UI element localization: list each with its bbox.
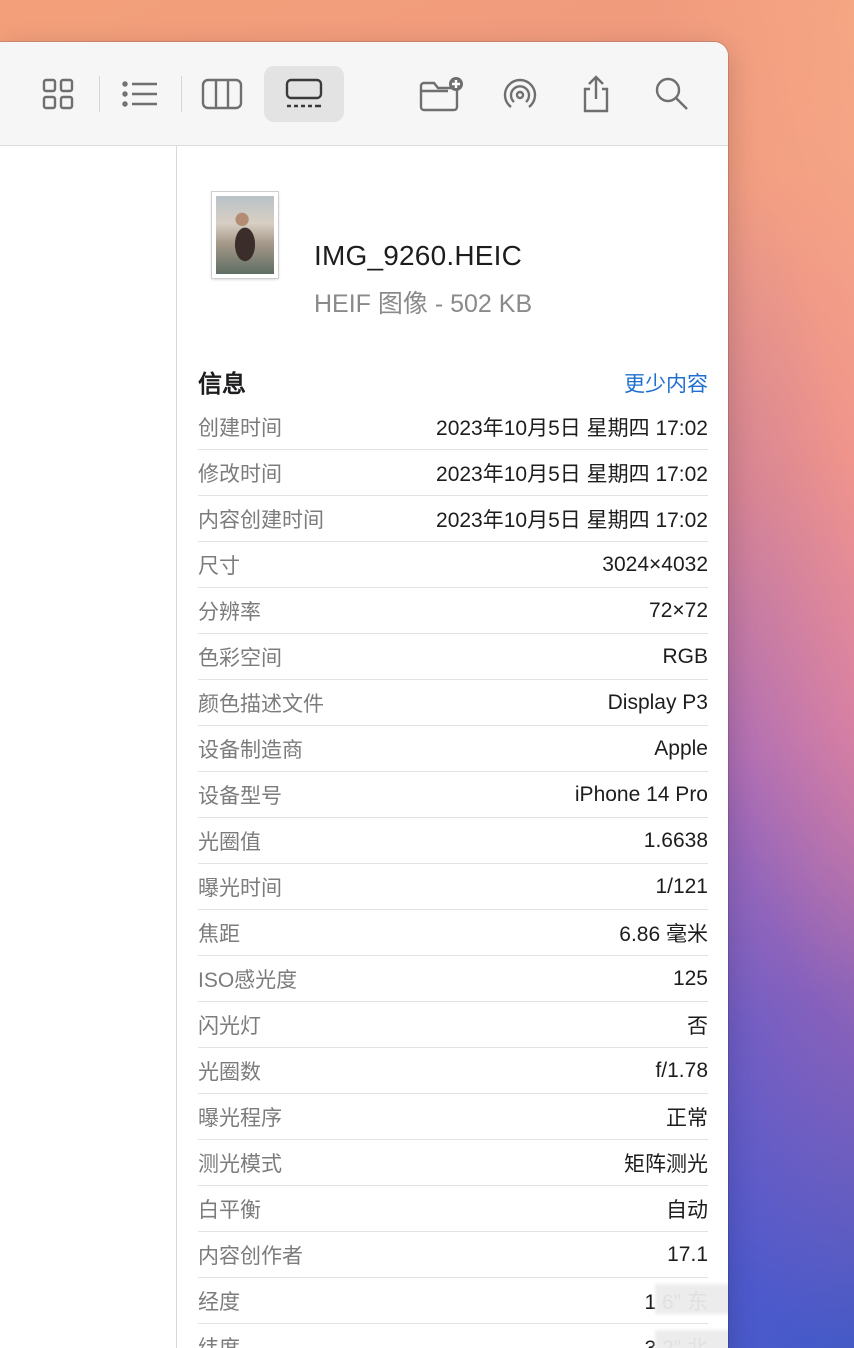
info-row: ISO感光度 125 — [198, 956, 708, 1002]
list-view-button[interactable] — [100, 66, 180, 122]
info-row: 内容创建时间 2023年10月5日 星期四 17:02 — [198, 496, 708, 542]
info-row-label: 设备制造商 — [198, 738, 303, 762]
info-row: 闪光灯 否 — [198, 1002, 708, 1048]
folder-plus-icon — [419, 77, 463, 112]
show-less-link[interactable]: 更少内容 — [624, 368, 708, 398]
info-row-value: 1/121 — [655, 874, 708, 898]
info-row-label: 焦距 — [198, 922, 240, 946]
icon-view-button[interactable] — [18, 66, 98, 122]
columns-icon — [201, 78, 243, 110]
info-row-label: 曝光时间 — [198, 876, 282, 900]
info-row-value: 3 2" 北 — [645, 1330, 728, 1348]
info-row: 设备制造商 Apple — [198, 726, 708, 772]
info-row-value: iPhone 14 Pro — [574, 782, 708, 806]
info-row-value: 125 — [672, 966, 708, 990]
info-row-value: RGB — [662, 644, 708, 668]
list-icon — [122, 81, 157, 107]
info-row-label: 修改时间 — [198, 462, 282, 486]
new-folder-button[interactable] — [402, 66, 482, 122]
info-row: 曝光程序 正常 — [198, 1094, 708, 1140]
info-row-value: f/1.78 — [655, 1058, 708, 1082]
info-row-label: 测光模式 — [198, 1152, 282, 1176]
info-row-label: 尺寸 — [198, 554, 240, 578]
info-row: 色彩空间 RGB — [198, 634, 708, 680]
info-row: 曝光时间 1/121 — [198, 864, 708, 910]
info-row-value: 72×72 — [649, 598, 708, 622]
info-row: 修改时间 2023年10月5日 星期四 17:02 — [198, 450, 708, 496]
info-row-value: 正常 — [666, 1106, 708, 1130]
info-row-value: 1.6638 — [643, 828, 708, 852]
file-thumbnail[interactable] — [212, 192, 278, 278]
info-row-value: 否 — [687, 1014, 708, 1038]
info-row-label: 闪光灯 — [198, 1014, 261, 1038]
gallery-icon — [285, 78, 323, 108]
info-row: 白平衡 自动 — [198, 1186, 708, 1232]
info-row-label: 内容创建时间 — [198, 508, 324, 532]
info-row-value: Display P3 — [607, 690, 708, 714]
info-row-value: 2023年10月5日 星期四 17:02 — [436, 508, 708, 532]
info-row-label: 色彩空间 — [198, 646, 282, 670]
pane-divider[interactable] — [176, 146, 177, 1348]
info-row: 颜色描述文件 Display P3 — [198, 680, 708, 726]
redaction-blur — [654, 1283, 728, 1314]
info-row: 设备型号 iPhone 14 Pro — [198, 772, 708, 818]
info-row: 尺寸 3024×4032 — [198, 542, 708, 588]
info-row-label: 经度 — [198, 1290, 240, 1314]
search-button[interactable] — [632, 66, 712, 122]
share-icon — [583, 75, 609, 113]
info-row: 创建时间 2023年10月5日 星期四 17:02 — [198, 404, 708, 450]
info-row-label: 白平衡 — [198, 1198, 261, 1222]
info-row-label: 设备型号 — [198, 784, 282, 808]
info-row: 分辨率 72×72 — [198, 588, 708, 634]
airdrop-button[interactable] — [480, 66, 560, 122]
info-row: 光圈数 f/1.78 — [198, 1048, 708, 1094]
info-rows: 创建时间 2023年10月5日 星期四 17:02 修改时间 2023年10月5日 星… — [198, 404, 728, 1348]
info-row: 光圈值 1.6638 — [198, 818, 708, 864]
gallery-view-button[interactable] — [264, 66, 344, 122]
search-icon — [655, 77, 688, 110]
info-row-value: 3024×4032 — [602, 552, 708, 576]
info-row-label: 纬度 — [198, 1332, 240, 1348]
info-row: 内容创作者 17.1 — [198, 1232, 708, 1278]
info-row-label: 光圈值 — [198, 830, 261, 854]
info-row-label: 创建时间 — [198, 416, 282, 440]
info-row-label: 曝光程序 — [198, 1106, 282, 1130]
info-row-value: 自动 — [666, 1198, 708, 1222]
info-row: 测光模式 矩阵测光 — [198, 1140, 708, 1186]
info-section-title: 信息 — [198, 371, 246, 398]
info-row-label: 光圈数 — [198, 1060, 261, 1084]
thumbnail-image — [216, 196, 274, 274]
info-row-label: 内容创作者 — [198, 1244, 303, 1268]
info-row-value: 17.1 — [667, 1242, 708, 1266]
info-row-value: 6.86 毫米 — [619, 922, 708, 946]
info-row-value: 矩阵测光 — [624, 1152, 708, 1176]
finder-window: IMG_9260.HEIC HEIF 图像 - 502 KB 信息 更少内容 创… — [0, 42, 728, 1348]
grid-icon — [42, 78, 74, 110]
airdrop-icon — [503, 78, 537, 108]
info-row-value: 2023年10月5日 星期四 17:02 — [436, 416, 708, 440]
info-row: 焦距 6.86 毫米 — [198, 910, 708, 956]
info-row-label: 颜色描述文件 — [198, 692, 324, 716]
column-view-button[interactable] — [182, 66, 262, 122]
info-row: 经度 1 6" 东 — [198, 1278, 728, 1324]
info-row-label: ISO感光度 — [198, 968, 298, 992]
share-button[interactable] — [556, 66, 636, 122]
file-name: IMG_9260.HEIC — [314, 240, 523, 271]
file-kind-size: HEIF 图像 - 502 KB — [314, 290, 533, 318]
info-row-label: 分辨率 — [198, 600, 261, 624]
redaction-blur — [654, 1330, 728, 1348]
info-row: 纬度 3 2" 北 — [198, 1324, 728, 1348]
toolbar — [0, 42, 728, 146]
info-row-value: 2023年10月5日 星期四 17:02 — [436, 462, 708, 486]
info-row-value: 1 6" 东 — [645, 1283, 728, 1316]
info-row-value: Apple — [654, 736, 708, 760]
